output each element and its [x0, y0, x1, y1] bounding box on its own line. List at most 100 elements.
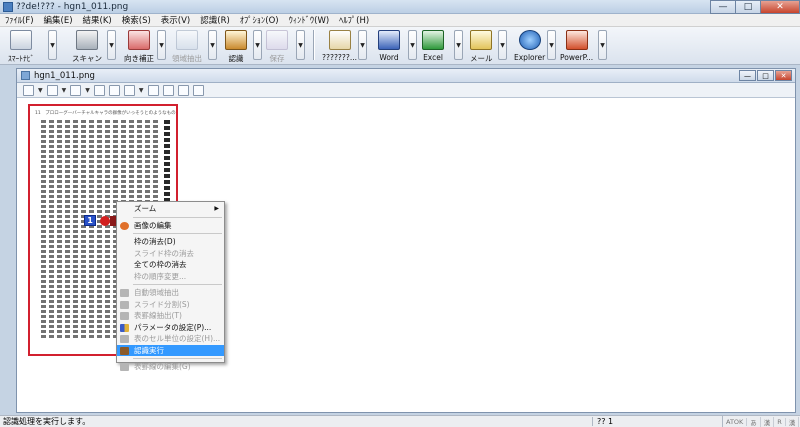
zoom-dropdown-arrow[interactable]: ▼: [38, 87, 43, 94]
document-name: hgn1_011.png: [34, 70, 95, 81]
pointer-icon[interactable]: [123, 84, 135, 96]
image-file-icon: [21, 71, 30, 80]
menu-item-delete-slide-frame[interactable]: スライド枠の消去: [117, 248, 224, 260]
menu-recognize[interactable]: 認識(R): [195, 14, 235, 26]
frame-dropdown-arrow[interactable]: ▼: [85, 87, 90, 94]
menu-item-change-frame-order[interactable]: 枠の順序変更...: [117, 271, 224, 283]
auto-extract-icon: [120, 289, 129, 297]
menu-separator: [133, 358, 222, 359]
text-column: [73, 120, 78, 340]
edit-table-lines-icon: [120, 363, 129, 371]
area-extract-button[interactable]: 領域抽出: [172, 28, 202, 64]
menu-bar: ﾌｧｲﾙ(F) 編集(E) 結果(K) 検索(S) 表示(V) 認識(R) ｵﾌ…: [0, 14, 800, 27]
menu-item-parameter-settings[interactable]: パラメータの設定(P)...: [117, 322, 224, 334]
ime-item[interactable]: 漢: [761, 416, 775, 427]
orientation-button[interactable]: 向き補正: [124, 28, 154, 64]
explorer-button[interactable]: Explorer: [514, 28, 545, 64]
document-titlebar: hgn1_011.png — □ ✕: [17, 69, 795, 83]
menu-item-auto-area-extract[interactable]: 自動領域抽出: [117, 287, 224, 299]
menu-help[interactable]: ﾍﾙﾌﾟ(H): [334, 14, 374, 26]
recognize-dropdown[interactable]: ▼: [253, 30, 262, 60]
recognize-icon: [225, 30, 247, 50]
status-message: 認識処理を実行します。: [3, 417, 91, 426]
smart-navi-dropdown[interactable]: ▼: [48, 30, 57, 60]
doc-close-button[interactable]: ✕: [775, 70, 792, 81]
mail-dropdown[interactable]: ▼: [498, 30, 507, 60]
ime-item[interactable]: ATOK: [723, 417, 748, 426]
close-button[interactable]: ✕: [760, 0, 800, 14]
save-button[interactable]: 保存: [266, 28, 288, 64]
export-document-icon: [328, 30, 351, 50]
mail-button[interactable]: メール: [470, 28, 493, 64]
menu-item-slide-split[interactable]: スライド分割(S): [117, 299, 224, 311]
ime-item[interactable]: R: [774, 417, 786, 426]
export-unknown-button[interactable]: ???????...: [322, 28, 357, 64]
menu-window[interactable]: ｳｨﾝﾄﾞｳ(W): [284, 14, 335, 26]
menu-file[interactable]: ﾌｧｲﾙ(F): [0, 14, 39, 26]
menu-edit[interactable]: 編集(E): [39, 14, 78, 26]
doc-minimize-button[interactable]: —: [739, 70, 756, 81]
menu-separator: [133, 216, 222, 218]
scan-dropdown[interactable]: ▼: [107, 30, 116, 60]
powerpoint-dropdown[interactable]: ▼: [598, 30, 607, 60]
select-tool-icon[interactable]: [46, 84, 58, 96]
powerpoint-button[interactable]: PowerP...: [560, 28, 593, 64]
menu-item-delete-all-frames[interactable]: 全ての枠の消去: [117, 259, 224, 271]
frame-marker-icon: [100, 216, 110, 226]
ime-indicator: ATOK あ 漢 R 漢: [722, 415, 800, 427]
word-dropdown[interactable]: ▼: [408, 30, 417, 60]
ime-item[interactable]: 漢: [786, 416, 800, 427]
window-titlebar: ??de!??? - hgn1_011.png — □ ✕: [0, 0, 800, 14]
edit-image-icon: [120, 221, 129, 230]
orientation-dropdown[interactable]: ▼: [157, 30, 166, 60]
menu-view[interactable]: 表示(V): [156, 14, 195, 26]
menu-item-cell-unit-settings[interactable]: 表のセル単位の設定(H)...: [117, 333, 224, 345]
excel-dropdown[interactable]: ▼: [454, 30, 463, 60]
text-column: [89, 120, 94, 340]
frame-number-badge[interactable]: 1: [84, 215, 96, 226]
menu-search[interactable]: 検索(S): [117, 14, 156, 26]
smart-navi-button[interactable]: ｽﾏｰﾄﾅﾋﾞ: [8, 28, 34, 64]
word-button[interactable]: Word: [378, 28, 400, 64]
frame-tool-icon[interactable]: [70, 84, 82, 96]
excel-button[interactable]: Excel: [422, 28, 444, 64]
ime-item[interactable]: あ: [747, 416, 761, 427]
recognize-button[interactable]: 認識: [225, 28, 247, 64]
document-window-controls: — □ ✕: [738, 70, 792, 81]
scan-button[interactable]: スキャン: [72, 28, 102, 64]
export-unknown-dropdown[interactable]: ▼: [358, 30, 367, 60]
minimize-button[interactable]: —: [710, 0, 736, 14]
select-dropdown-arrow[interactable]: ▼: [62, 87, 67, 94]
layout-icon[interactable]: [177, 84, 189, 96]
line-tool-icon[interactable]: [162, 84, 174, 96]
table-line-icon: [120, 312, 129, 320]
powerpoint-icon: [565, 30, 588, 50]
page-header-text: 11 プロローグ―バーチャルキャラの群像がいっそうとのようなもの: [35, 111, 176, 116]
recognize-icon: [120, 346, 129, 355]
menu-item-edit-image[interactable]: 画像の編集: [117, 220, 224, 232]
scanner-icon: [76, 30, 98, 50]
grid-icon[interactable]: [108, 84, 120, 96]
submenu-arrow-icon: ▶: [214, 205, 219, 213]
explorer-dropdown[interactable]: ▼: [547, 30, 556, 60]
rotate-page-icon: [128, 30, 150, 50]
menu-item-delete-frame[interactable]: 枠の消去(D): [117, 236, 224, 248]
pointer-dropdown-arrow[interactable]: ▼: [139, 87, 144, 94]
doc-maximize-button[interactable]: □: [757, 70, 774, 81]
menu-options[interactable]: ｵﾌﾟｼｮﾝ(O): [235, 14, 284, 26]
menu-item-edit-table-lines[interactable]: 表罫線の編集(G): [117, 361, 224, 373]
menu-item-table-line-extract[interactable]: 表罫線抽出(T): [117, 310, 224, 322]
menu-item-run-recognition[interactable]: 認識実行: [117, 344, 224, 356]
fit-page-icon[interactable]: [93, 84, 105, 96]
window-title: ??de!??? - hgn1_011.png: [16, 1, 129, 12]
smart-navi-icon: [10, 30, 33, 50]
color-tool-icon[interactable]: [147, 84, 159, 96]
save-dropdown[interactable]: ▼: [296, 30, 305, 60]
menu-result[interactable]: 結果(K): [78, 14, 117, 26]
menu-item-zoom[interactable]: ズーム ▶: [117, 203, 224, 215]
maximize-button[interactable]: □: [735, 0, 761, 14]
zoom-icon[interactable]: [23, 84, 34, 96]
excel-icon: [422, 30, 444, 50]
area-extract-dropdown[interactable]: ▼: [208, 30, 217, 60]
window-icon[interactable]: [192, 84, 204, 96]
